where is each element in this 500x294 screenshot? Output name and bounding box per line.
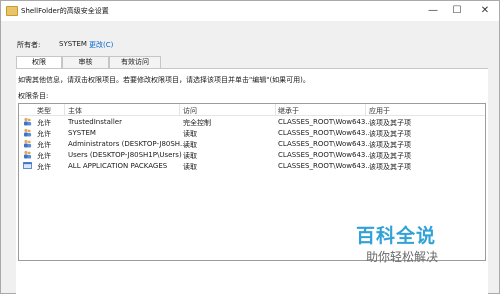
folder-icon xyxy=(6,6,18,16)
window-title: ShellFolder的高级安全设置 xyxy=(21,7,109,15)
entry-type: 允许 xyxy=(37,163,51,171)
table-row[interactable]: 允许 Users (DESKTOP-J80SH1P\Users) 读取 CLAS… xyxy=(19,150,485,160)
entry-inherited-from: CLASSES_ROOT\Wow643... xyxy=(278,118,373,126)
maximize-button[interactable]: ☐ xyxy=(445,1,469,21)
entry-applies-to: 该项及其子项 xyxy=(369,141,411,149)
column-divider[interactable] xyxy=(275,104,276,115)
watermark-subtitle: 助你轻松解决 xyxy=(366,250,439,264)
entry-applies-to: 该项及其子项 xyxy=(369,163,411,171)
minimize-button[interactable]: — xyxy=(421,1,445,21)
owner-value: SYSTEM xyxy=(59,40,87,48)
column-divider[interactable] xyxy=(64,104,65,115)
entry-applies-to: 该项及其子项 xyxy=(369,152,411,160)
info-text: 如需其他信息，请双击权限项目。若要修改权限项目，请选择该项目并单击"编辑"(如果… xyxy=(18,76,310,84)
table-row[interactable]: 允许 TrustedInstaller 完全控制 CLASSES_ROOT\Wo… xyxy=(19,117,485,127)
entry-access: 读取 xyxy=(183,152,197,160)
entry-access: 读取 xyxy=(183,163,197,171)
entry-type: 允许 xyxy=(37,130,51,138)
column-header-type[interactable]: 类型 xyxy=(37,106,51,116)
entry-type: 允许 xyxy=(37,119,51,127)
permission-entries-label: 权限条目: xyxy=(18,92,49,100)
table-row[interactable]: 允许 SYSTEM 读取 CLASSES_ROOT\Wow643... 该项及其… xyxy=(19,128,485,138)
owner-label: 所有者: xyxy=(17,41,41,49)
entry-type: 允许 xyxy=(37,141,51,149)
entry-type: 允许 xyxy=(37,152,51,160)
entry-access: 读取 xyxy=(183,130,197,138)
entry-principal: TrustedInstaller xyxy=(68,118,122,126)
list-header: 类型 主体 访问 继承于 应用于 xyxy=(19,104,485,116)
entry-principal: ALL APPLICATION PACKAGES xyxy=(68,162,168,170)
entry-principal: SYSTEM xyxy=(68,129,96,137)
entry-inherited-from: CLASSES_ROOT\Wow643... xyxy=(278,140,373,148)
column-header-access[interactable]: 访问 xyxy=(183,106,197,116)
watermark: 百科全说 助你轻松解决 xyxy=(356,221,438,265)
table-row[interactable]: 允许 Administrators (DESKTOP-J80SH... 读取 C… xyxy=(19,139,485,149)
column-header-inherited-from[interactable]: 继承于 xyxy=(278,106,299,116)
entry-principal: Administrators (DESKTOP-J80SH... xyxy=(68,140,187,148)
column-divider[interactable] xyxy=(179,104,180,115)
tab-auditing[interactable]: 审核 xyxy=(62,56,109,68)
entry-applies-to: 该项及其子项 xyxy=(369,119,411,127)
user-group-icon xyxy=(24,150,32,159)
table-row[interactable]: 允许 ALL APPLICATION PACKAGES 读取 CLASSES_R… xyxy=(19,161,485,171)
entry-inherited-from: CLASSES_ROOT\Wow643... xyxy=(278,162,373,170)
user-group-icon xyxy=(24,128,32,137)
entry-inherited-from: CLASSES_ROOT\Wow643... xyxy=(278,151,373,159)
user-group-icon xyxy=(24,117,32,126)
change-owner-link[interactable]: 更改(C) xyxy=(89,40,113,50)
tab-effective-access[interactable]: 有效访问 xyxy=(109,56,161,68)
watermark-title: 百科全说 xyxy=(356,225,437,247)
column-divider[interactable] xyxy=(365,104,366,115)
entry-applies-to: 该项及其子项 xyxy=(369,130,411,138)
column-header-applies-to[interactable]: 应用于 xyxy=(369,106,390,116)
entry-access: 读取 xyxy=(183,141,197,149)
column-header-principal[interactable]: 主体 xyxy=(68,106,82,116)
title-bar[interactable]: ShellFolder的高级安全设置 — ☐ ✕ xyxy=(1,1,499,21)
app-package-icon xyxy=(23,162,32,169)
entry-access: 完全控制 xyxy=(183,119,211,127)
entry-inherited-from: CLASSES_ROOT\Wow643... xyxy=(278,129,373,137)
close-button[interactable]: ✕ xyxy=(471,1,499,21)
advanced-security-window: ShellFolder的高级安全设置 — ☐ ✕ 所有者: SYSTEM 更改(… xyxy=(0,0,500,294)
entry-principal: Users (DESKTOP-J80SH1P\Users) xyxy=(68,151,182,159)
user-group-icon xyxy=(24,139,32,148)
